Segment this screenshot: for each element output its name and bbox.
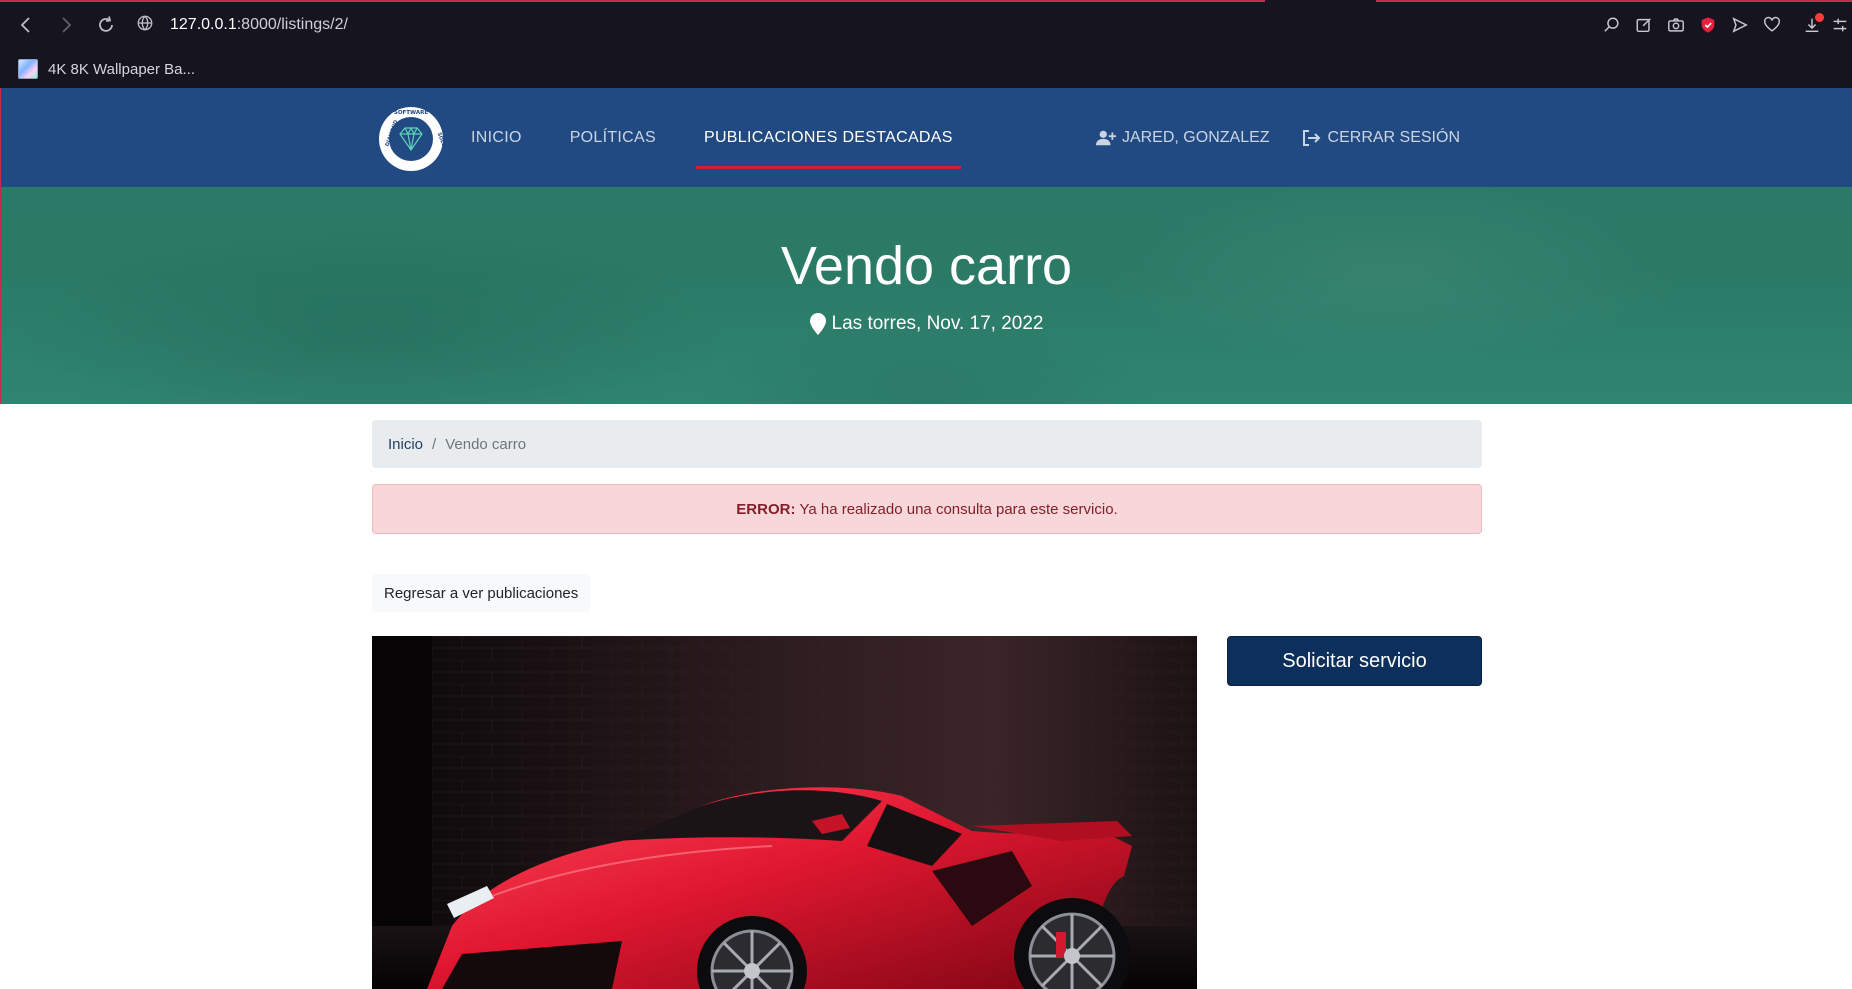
location-date-text: Las torres, Nov. 17, 2022 xyxy=(831,313,1044,334)
nav-link-inicio[interactable]: INICIO xyxy=(463,123,530,153)
browser-toolbar: 127.0.0.1:8000/listings/2/ xyxy=(0,0,1852,50)
error-alert-message: Ya ha realizado una consulta para este s… xyxy=(799,500,1118,518)
back-icon[interactable] xyxy=(6,5,46,45)
forward-icon[interactable] xyxy=(46,5,86,45)
browser-chrome: 127.0.0.1:8000/listings/2/ 4K 8K Wallpap… xyxy=(0,0,1852,88)
map-marker-icon xyxy=(809,313,826,335)
listing-location-date: Las torres, Nov. 17, 2022 xyxy=(1,313,1852,335)
svg-text:SOFTWARE: SOFTWARE xyxy=(394,110,428,116)
request-service-button[interactable]: Solicitar servicio xyxy=(1227,636,1482,686)
logout-link[interactable]: CERRAR SESIÓN xyxy=(1302,129,1460,147)
error-alert: ERROR: Ya ha realizado una consulta para… xyxy=(372,484,1482,534)
diamond-logo[interactable]: SOFTWARE DIAMOND SOLUTIONS xyxy=(378,106,453,172)
heart-icon[interactable] xyxy=(1756,9,1788,41)
edit-icon[interactable] xyxy=(1628,9,1660,41)
url-host: 127.0.0.1 xyxy=(170,16,237,33)
bookmark-item[interactable]: 4K 8K Wallpaper Ba... xyxy=(48,61,195,78)
url-path: :8000/listings/2/ xyxy=(236,16,348,33)
listing-hero: Vendo carro Las torres, Nov. 17, 2022 xyxy=(0,187,1852,404)
logout-label: CERRAR SESIÓN xyxy=(1327,128,1460,146)
user-name: JARED, GONZALEZ xyxy=(1121,128,1270,146)
camera-icon[interactable] xyxy=(1660,9,1692,41)
search-page-icon[interactable] xyxy=(1596,9,1628,41)
user-profile-link[interactable]: JARED, GONZALEZ xyxy=(1095,128,1270,147)
nav-link-politicas[interactable]: POLÍTICAS xyxy=(562,123,664,153)
breadcrumb: Inicio / Vendo carro xyxy=(372,420,1482,468)
sign-out-icon xyxy=(1302,129,1320,146)
user-nav: JARED, GONZALEZ CERRAR SESIÓN xyxy=(1064,88,1460,187)
download-icon[interactable] xyxy=(1796,9,1828,41)
listing-photo xyxy=(372,636,1197,989)
breadcrumb-current: Vendo carro xyxy=(445,435,527,453)
shield-icon[interactable] xyxy=(1692,9,1724,41)
site-navbar: SOFTWARE DIAMOND SOLUTIONS INICIO POLÍTI… xyxy=(0,88,1852,187)
listing-title: Vendo carro xyxy=(780,236,1073,296)
breadcrumb-home-link[interactable]: Inicio xyxy=(388,436,423,453)
bookmark-favicon-icon xyxy=(18,59,38,79)
url-text[interactable]: 127.0.0.1:8000/listings/2/ xyxy=(170,16,348,34)
main-nav-links: INICIO POLÍTICAS PUBLICACIONES DESTACADA… xyxy=(463,88,993,187)
user-plus-icon xyxy=(1095,130,1116,145)
breadcrumb-separator: / xyxy=(432,435,437,453)
browser-tools xyxy=(1596,0,1852,50)
bookmarks-bar: 4K 8K Wallpaper Ba... xyxy=(0,50,1852,88)
nav-link-publicaciones-destacadas[interactable]: PUBLICACIONES DESTACADAS xyxy=(695,123,961,169)
settings-sliders-icon[interactable] xyxy=(1828,9,1852,41)
download-notification-dot xyxy=(1815,13,1824,22)
send-icon[interactable] xyxy=(1724,9,1756,41)
address-bar[interactable]: 127.0.0.1:8000/listings/2/ xyxy=(136,14,348,37)
back-to-listings-button[interactable]: Regresar a ver publicaciones xyxy=(372,574,591,612)
reload-icon[interactable] xyxy=(86,5,126,45)
error-alert-label: ERROR: xyxy=(736,500,796,518)
globe-icon xyxy=(136,14,154,37)
